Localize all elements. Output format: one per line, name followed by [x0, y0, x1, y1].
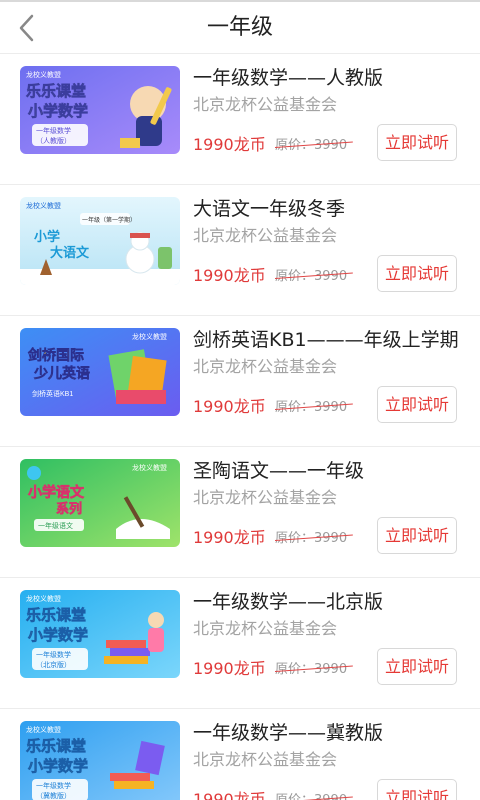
thumb-line1: 乐乐课堂: [26, 606, 86, 624]
thumb-line1: 乐乐课堂: [26, 737, 86, 755]
page-title: 一年级: [206, 15, 273, 40]
thumb-line1: 剑桥国际: [27, 347, 84, 363]
course-thumbnail: 龙校义教盟 乐乐课堂 小学数学 一年级数学 （北京版）: [20, 590, 180, 678]
thumb-brand: 龙校义教盟: [26, 70, 61, 79]
thumb-sub: 一年级数学: [36, 126, 71, 135]
course-org: 北京龙杯公益基金会: [193, 357, 338, 376]
try-listen-button[interactable]: 立即试听: [377, 779, 457, 800]
course-list: 龙校义教盟 乐乐课堂 小学数学 一年级数学 （人教版） 一年级数学——人教版 北…: [0, 54, 480, 800]
course-title: 圣陶语文——一年级: [193, 460, 365, 482]
thumb-line2: 系列: [56, 501, 82, 516]
thumb-brand: 龙校义教盟: [26, 725, 61, 734]
course-price: 1990龙币: [193, 528, 266, 547]
course-item[interactable]: 龙校义教盟 乐乐课堂 小学数学 一年级数学 （人教版） 一年级数学——人教版 北…: [0, 54, 480, 185]
thumb-line2: 小学数学: [28, 626, 88, 644]
course-thumbnail: 龙校义教盟 乐乐课堂 小学数学 一年级数学 （人教版）: [20, 66, 180, 154]
course-title: 一年级数学——冀教版: [193, 722, 384, 744]
thumb-edition: （人教版）: [36, 136, 71, 145]
course-title: 剑桥英语KB1———年级上学期: [193, 329, 459, 351]
thumb-brand: 龙校义教盟: [26, 594, 61, 603]
course-org: 北京龙杯公益基金会: [193, 619, 338, 638]
course-thumbnail: 龙校义教盟 小学语文 系列 一年级语文: [20, 459, 180, 547]
thumb-brand: 龙校义教盟: [132, 332, 167, 341]
try-listen-button[interactable]: 立即试听: [377, 386, 457, 423]
course-thumbnail: 龙校义教盟 乐乐课堂 小学数学 一年级数学 （冀教版）: [20, 721, 180, 800]
course-item[interactable]: 龙校义教盟 一年级（第一学期） 小学 大语文 大语文一年级冬季 北京龙杯公益基金…: [0, 185, 480, 316]
course-title: 大语文一年级冬季: [193, 198, 346, 220]
thumb-sub: 一年级（第一学期）: [82, 216, 136, 224]
thumb-edition: （北京版）: [36, 660, 71, 669]
course-item[interactable]: 龙校义教盟 小学语文 系列 一年级语文 圣陶语文——一年级 北京龙杯公益基金会 …: [0, 447, 480, 578]
header-bar: 一年级: [0, 2, 480, 54]
course-org: 北京龙杯公益基金会: [193, 226, 338, 245]
course-price: 1990龙币: [193, 659, 266, 678]
thumb-sub: 一年级数学: [36, 650, 71, 659]
thumb-line1: 乐乐课堂: [26, 82, 86, 100]
course-price: 1990龙币: [193, 790, 266, 800]
course-title: 一年级数学——北京版: [193, 591, 384, 613]
thumb-brand: 龙校义教盟: [132, 463, 167, 472]
thumb-line1: 小学语文: [28, 484, 85, 500]
course-price: 1990龙币: [193, 397, 266, 416]
thumb-line2: 小学数学: [28, 757, 88, 775]
thumb-line2: 大语文: [50, 245, 90, 260]
try-listen-button[interactable]: 立即试听: [377, 517, 457, 554]
course-price: 1990龙币: [193, 266, 266, 285]
course-org: 北京龙杯公益基金会: [193, 95, 338, 114]
thumb-sub: 一年级数学: [36, 781, 71, 790]
course-org: 北京龙杯公益基金会: [193, 488, 338, 507]
try-listen-button[interactable]: 立即试听: [377, 648, 457, 685]
course-price: 1990龙币: [193, 135, 266, 154]
thumb-brand: 龙校义教盟: [26, 201, 61, 210]
course-item[interactable]: 龙校义教盟 剑桥国际 少儿英语 剑桥英语KB1 剑桥英语KB1———年级上学期 …: [0, 316, 480, 447]
course-thumbnail: 龙校义教盟 一年级（第一学期） 小学 大语文: [20, 197, 180, 285]
course-title: 一年级数学——人教版: [193, 67, 384, 89]
course-thumbnail: 龙校义教盟 剑桥国际 少儿英语 剑桥英语KB1: [20, 328, 180, 416]
course-item[interactable]: 龙校义教盟 乐乐课堂 小学数学 一年级数学 （冀教版） 一年级数学——冀教版 北…: [0, 709, 480, 800]
thumb-sub: 剑桥英语KB1: [32, 389, 73, 398]
thumb-line2: 小学数学: [28, 102, 88, 120]
thumb-sub: 一年级语文: [38, 521, 73, 530]
thumb-line1: 小学: [34, 229, 60, 244]
try-listen-button[interactable]: 立即试听: [377, 255, 457, 292]
try-listen-button[interactable]: 立即试听: [377, 124, 457, 161]
thumb-edition: （冀教版）: [36, 791, 71, 800]
thumb-line2: 少儿英语: [33, 365, 90, 381]
course-org: 北京龙杯公益基金会: [193, 750, 338, 769]
course-item[interactable]: 龙校义教盟 乐乐课堂 小学数学 一年级数学 （北京版） 一年级数学——北京版 北…: [0, 578, 480, 709]
